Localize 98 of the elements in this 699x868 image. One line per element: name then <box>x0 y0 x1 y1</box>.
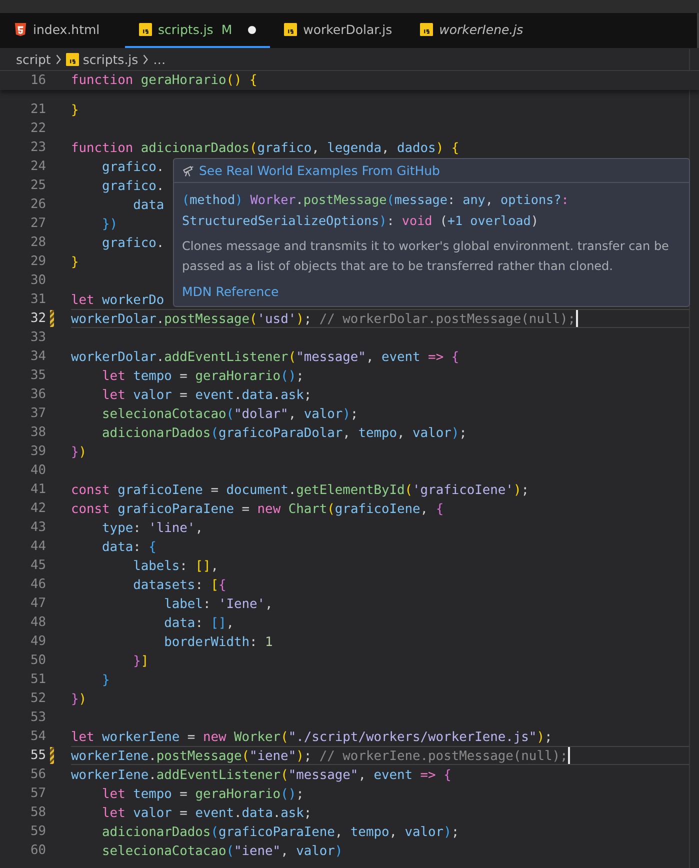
chevron-right-icon <box>54 54 62 64</box>
code-line: function geraHorario() { <box>71 72 258 90</box>
line-number: 39 <box>29 443 46 461</box>
breadcrumb-item[interactable]: scripts.js <box>82 52 138 66</box>
line-number: 44 <box>29 538 46 556</box>
code-line: let tempo = geraHorario(); <box>101 786 304 802</box>
line-number: 31 <box>29 291 46 309</box>
line-number: 55 <box>29 747 46 765</box>
line-number: 28 <box>29 234 46 252</box>
code-line: adicionarDados(graficoParaDolar, tempo, valor); <box>101 425 467 441</box>
chevron-right-icon <box>142 54 150 64</box>
line-number: 21 <box>29 101 46 119</box>
line-number: 40 <box>29 462 46 480</box>
line-number: 54 <box>29 728 46 746</box>
line-number: 53 <box>29 709 46 727</box>
line-number: 58 <box>29 804 46 822</box>
code-line: datasets: [{ <box>132 577 226 593</box>
code-line: type: 'line', <box>101 520 203 536</box>
javascript-file-icon <box>139 23 152 36</box>
line-number: 37 <box>29 405 46 423</box>
code-line: grafico. <box>101 178 164 194</box>
line-number: 16 <box>29 72 46 90</box>
code-line: selecionaCotacao("dolar", valor); <box>101 406 358 422</box>
line-number: 36 <box>29 386 46 404</box>
line-number: 25 <box>29 177 46 195</box>
code-line: workerIene.postMessage("iene"); // workerIene.postMessage(null); <box>71 748 568 764</box>
javascript-file-icon <box>284 23 298 36</box>
code-line: label: 'Iene', <box>163 596 273 612</box>
code-line: labels: [], <box>132 558 218 574</box>
code-line: borderWidth: 1 <box>163 634 273 650</box>
code-line: } <box>71 254 79 270</box>
html-file-icon <box>14 23 27 36</box>
line-number: 47 <box>29 595 46 613</box>
line-number: 51 <box>29 671 46 689</box>
code-line: let tempo = geraHorario(); <box>101 368 304 384</box>
code-line: let valor = event.data.ask; <box>101 387 312 403</box>
code-line: } <box>71 102 79 118</box>
code-line: const graficoParaIene = new Chart(graficoIene, { <box>71 501 444 517</box>
line-number: 27 <box>29 215 46 233</box>
line-number: 32 <box>29 310 46 328</box>
line-number: 38 <box>29 424 46 442</box>
github-examples-link[interactable]: See Real World Examples From GitHub <box>199 163 440 178</box>
editor-tab[interactable]: workerDolar.js <box>270 13 406 48</box>
code-line: let workerDo <box>71 292 164 308</box>
code-line: }) <box>71 444 87 460</box>
line-number: 45 <box>29 557 46 575</box>
code-line: adicionarDados(graficoParaIene, tempo, valor); <box>101 824 460 840</box>
modified-label: M <box>221 22 232 37</box>
line-number: 33 <box>29 329 46 347</box>
line-number: 22 <box>29 120 46 138</box>
code-line: workerDolar.postMessage('usd'); // workerDolar.postMessage(null); <box>71 311 576 327</box>
code-line: data <box>132 197 164 213</box>
line-number: 50 <box>29 652 46 670</box>
code-line: }) <box>101 216 118 232</box>
line-number: 48 <box>29 614 46 632</box>
code-line: }) <box>71 691 87 707</box>
breadcrumb-item[interactable]: … <box>153 52 166 66</box>
line-number: 59 <box>29 823 46 841</box>
telescope-icon <box>182 164 194 176</box>
line-number: 43 <box>29 519 46 537</box>
method-description: Clones message and transmits it to worker's global environment. transfer can be passed as a list of objects that are to be transferred rather than cloned. <box>182 238 670 275</box>
code-line: grafico. <box>101 159 164 175</box>
unsaved-dot-icon <box>248 26 256 34</box>
method-signature: (method) Worker.postMessage(message: any, options?: <box>182 191 570 209</box>
code-line: let workerIene = new Worker("./script/workers/workerIene.js"); <box>71 729 552 745</box>
code-line: grafico. <box>101 235 164 251</box>
line-number: 30 <box>29 272 46 290</box>
code-line: workerIene.addEventListener("message", event => { <box>71 767 452 783</box>
code-line: data: [], <box>163 615 234 631</box>
code-line: }] <box>132 653 149 669</box>
line-number: 24 <box>29 158 46 176</box>
line-number: 56 <box>29 766 46 784</box>
method-signature: StructuredSerializeOptions): void (+1 overload) <box>182 212 540 230</box>
line-number: 49 <box>29 633 46 651</box>
mdn-reference-link[interactable]: MDN Reference <box>182 284 279 299</box>
line-number: 26 <box>29 196 46 214</box>
line-number: 57 <box>29 785 46 803</box>
line-number: 34 <box>29 348 46 366</box>
javascript-file-icon <box>420 23 434 36</box>
breadcrumb-item[interactable]: script <box>16 52 51 66</box>
code-line: selecionaCotacao("iene", valor) <box>101 843 343 859</box>
line-number: 42 <box>29 500 46 518</box>
code-line: data: { <box>101 539 156 555</box>
line-number: 29 <box>29 253 46 271</box>
line-number: 52 <box>29 690 46 708</box>
code-line: } <box>101 672 110 688</box>
line-number: 46 <box>29 576 46 594</box>
code-line: function adicionarDados(grafico, legenda, dados) { <box>71 140 460 156</box>
editor-tab[interactable]: index.html <box>0 13 125 48</box>
code-line: workerDolar.addEventListener("message", event => { <box>71 349 460 365</box>
line-number: 60 <box>29 842 46 860</box>
editor-tab[interactable]: workerIene.js <box>406 13 538 48</box>
code-line: let valor = event.data.ask; <box>101 805 312 821</box>
line-number: 23 <box>29 139 46 157</box>
line-number: 35 <box>29 367 46 385</box>
line-number: 41 <box>29 481 46 499</box>
javascript-file-icon <box>66 52 79 66</box>
code-line: const graficoIene = document.getElementById('graficoIene'); <box>71 482 529 498</box>
